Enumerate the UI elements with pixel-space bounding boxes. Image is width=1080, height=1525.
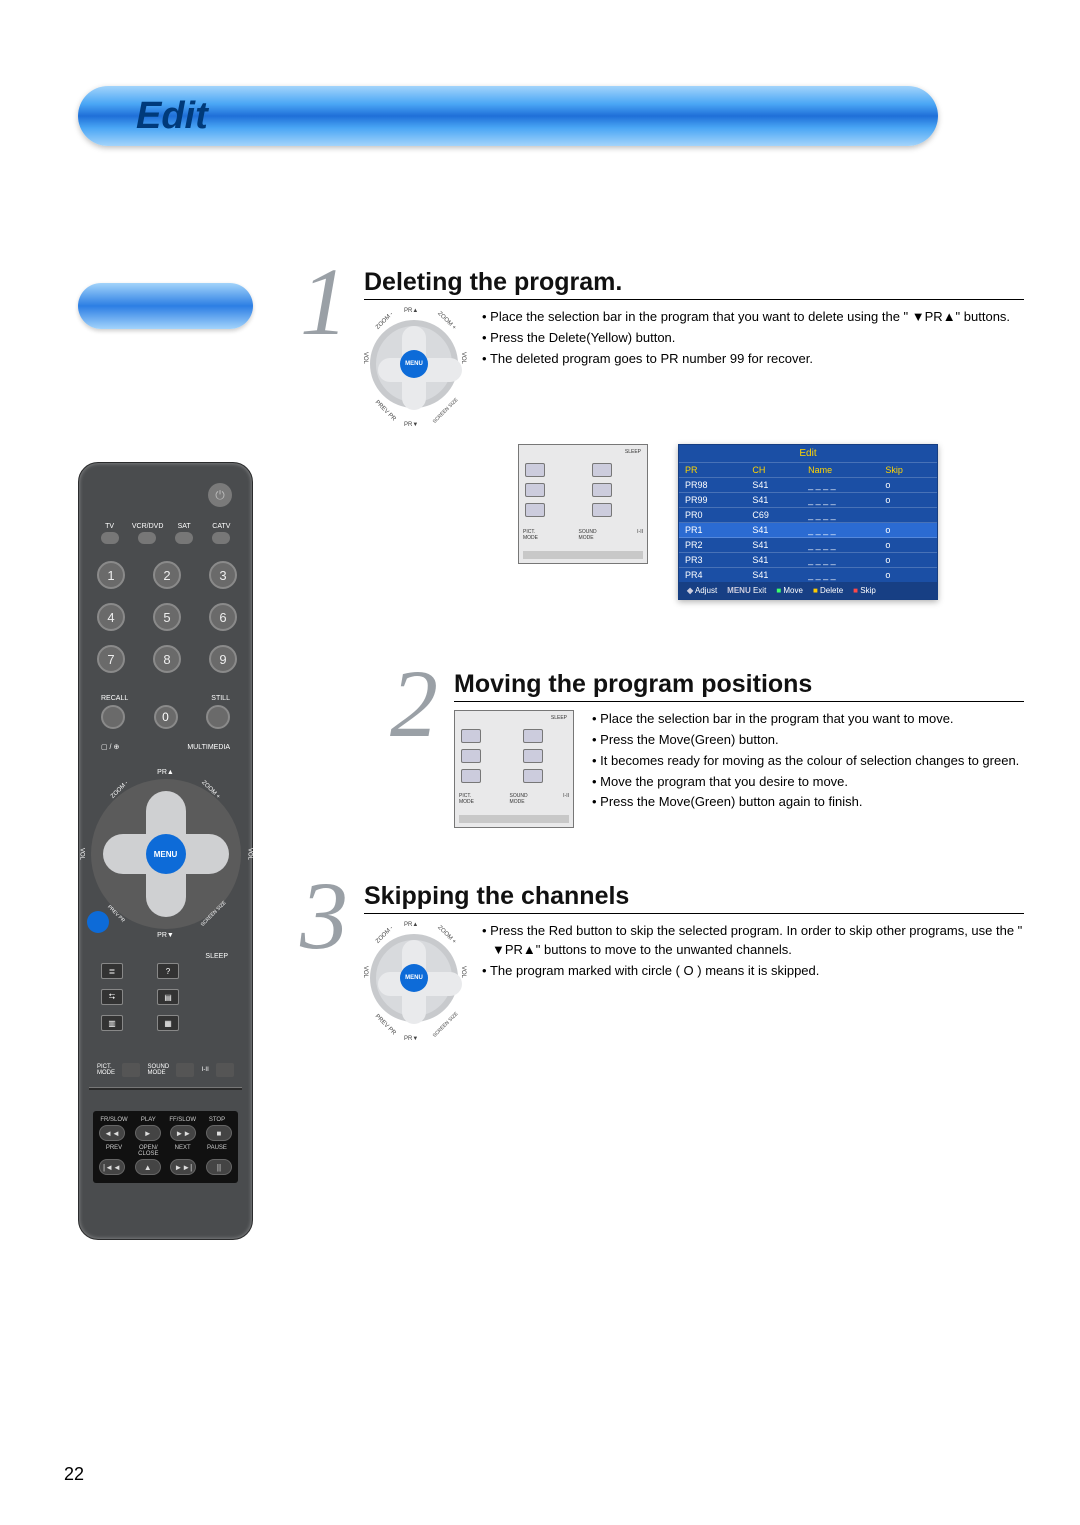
teletext-btn-2[interactable]: ?: [157, 963, 179, 979]
t-l-prev: PREV: [99, 1145, 129, 1157]
stop-button[interactable]: ■: [206, 1125, 232, 1141]
frslow-button[interactable]: ◄◄: [99, 1125, 125, 1141]
num-3[interactable]: 3: [209, 561, 237, 589]
t-l-ffslow: FF/SLOW: [168, 1117, 198, 1123]
number-pad: 1 2 3 4 5 6 7 8 9: [97, 561, 234, 673]
osd-row-selected: PR1S41_ _ _ _o: [679, 523, 937, 538]
recall-label: RECALL: [101, 695, 128, 702]
pict-mode-label: PICT. MODE: [97, 1064, 115, 1076]
osd-row: PR2S41_ _ _ _o: [679, 538, 937, 553]
power-button[interactable]: ⏻: [208, 483, 232, 507]
src-vcrdvd-button[interactable]: [138, 532, 156, 544]
transport-block: FR/SLOW PLAY FF/SLOW STOP ◄◄ ► ►► ■ PREV…: [93, 1111, 238, 1183]
recall-button[interactable]: [101, 705, 125, 729]
step-1: 1 Deleting the program. PR▲ MENU VOL VOL…: [300, 268, 1024, 600]
decorative-pill: [78, 283, 253, 329]
sound-mode-button[interactable]: [176, 1063, 194, 1077]
dpad: MENU PR▲ PR▼ VOL VOL ZOOM - ZOOM + PREV …: [91, 779, 241, 929]
t-l-open: OPEN/ CLOSE: [133, 1145, 163, 1157]
pict-mode-button[interactable]: [122, 1063, 140, 1077]
play-button[interactable]: ►: [135, 1125, 161, 1141]
osd-edit-table: Edit PR CH Name Skip PR98S41_ _ _ _o PR9…: [678, 444, 938, 600]
src-tv: TV: [105, 523, 114, 530]
osd-row: PR3S41_ _ _ _o: [679, 553, 937, 568]
mini-panel-step2: SLEEP PICT. MODE SOUND MODE I-II: [454, 710, 574, 828]
pr-up-label: PR▲: [157, 769, 174, 776]
step-1-title: Deleting the program.: [364, 268, 1024, 300]
mini-dpad-1: PR▲ MENU VOL VOL ZOOM - ZOOM + PREV PR S…: [364, 308, 464, 428]
menu-button[interactable]: MENU: [146, 834, 186, 874]
sound-mode-label: SOUND MODE: [148, 1064, 170, 1076]
osd-title: Edit: [679, 445, 937, 462]
page-title-pill: Edit: [78, 86, 938, 146]
still-label: STILL: [211, 695, 230, 702]
num-6[interactable]: 6: [209, 603, 237, 631]
step-3-bullets: Press the Red button to skip the selecte…: [482, 922, 1024, 983]
multimedia-label: MULTIMEDIA: [187, 744, 230, 751]
step-2-title: Moving the program positions: [454, 670, 1024, 702]
src-tv-button[interactable]: [101, 532, 119, 544]
pause-button[interactable]: ||: [206, 1159, 232, 1175]
ffslow-button[interactable]: ►►: [170, 1125, 196, 1141]
remote-control: ⏻ TV VCR/DVD SAT CATV 1 2 3 4 5 6 7 8 9 …: [78, 462, 253, 1240]
step-1-bullets: Place the selection bar in the program t…: [482, 308, 1024, 428]
osd-row: PR99S41_ _ _ _o: [679, 493, 937, 508]
pr-dn-label: PR▼: [157, 932, 174, 939]
i-ii-label: I-II: [202, 1067, 209, 1073]
src-catv-button[interactable]: [212, 532, 230, 544]
num-2[interactable]: 2: [153, 561, 181, 589]
prev-button[interactable]: |◄◄: [99, 1159, 125, 1175]
num-9[interactable]: 9: [209, 645, 237, 673]
step-1-number: 1: [300, 254, 348, 350]
teletext-btn-3[interactable]: ⮀: [101, 989, 123, 1005]
step-2-number: 2: [390, 656, 438, 752]
num-1[interactable]: 1: [97, 561, 125, 589]
color-buttons: ≣ ? ⮀ ▤ ▥ ▦: [101, 963, 179, 1031]
t-l-frslow: FR/SLOW: [99, 1117, 129, 1123]
page-number: 22: [64, 1464, 84, 1485]
tvav-label: ▢ / ⊕: [101, 743, 119, 751]
step-3: 3 Skipping the channels PR▲ MENU VOL VOL…: [300, 882, 1024, 1042]
t-l-pause: PAUSE: [202, 1145, 232, 1157]
teletext-btn-1[interactable]: ≣: [101, 963, 123, 979]
remote-divider: [89, 1087, 242, 1090]
teletext-btn-5[interactable]: ▥: [101, 1015, 123, 1031]
main-content: 1 Deleting the program. PR▲ MENU VOL VOL…: [300, 268, 1024, 1096]
osd-row: PR0C69_ _ _ _: [679, 508, 937, 523]
step-3-number: 3: [300, 868, 348, 964]
next-button[interactable]: ►►|: [170, 1159, 196, 1175]
t-l-stop: STOP: [202, 1117, 232, 1123]
src-catv: CATV: [212, 523, 230, 530]
mini-panel-step1: SLEEP PICT. MODE SOUND MODE I-II: [518, 444, 648, 564]
src-sat-button[interactable]: [175, 532, 193, 544]
sleep-label: SLEEP: [205, 953, 228, 960]
source-row: TV VCR/DVD SAT CATV: [79, 523, 252, 544]
vol-right-label: VOL: [247, 848, 253, 860]
teletext-btn-4[interactable]: ▤: [157, 989, 179, 1005]
num-8[interactable]: 8: [153, 645, 181, 673]
mute-button[interactable]: [87, 911, 109, 933]
num-4[interactable]: 4: [97, 603, 125, 631]
osd-legend: ◆ Adjust MENU Exit ■ Move ■ Delete ■ Ski…: [679, 582, 937, 599]
src-sat: SAT: [178, 523, 191, 530]
mini-dpad-3: PR▲ MENU VOL VOL ZOOM - ZOOM + PREV PR S…: [364, 922, 464, 1042]
still-button[interactable]: [206, 705, 230, 729]
page-title: Edit: [136, 95, 208, 138]
num-7[interactable]: 7: [97, 645, 125, 673]
osd-row: PR4S41_ _ _ _o: [679, 568, 937, 583]
step-2-bullets: Place the selection bar in the program t…: [592, 710, 1024, 814]
i-ii-button[interactable]: [216, 1063, 234, 1077]
num-5[interactable]: 5: [153, 603, 181, 631]
src-vcrdvd: VCR/DVD: [132, 523, 164, 530]
step-2: 2 Moving the program positions SLEEP PIC…: [390, 670, 1024, 828]
teletext-btn-6[interactable]: ▦: [157, 1015, 179, 1031]
osd-row: PR98S41_ _ _ _o: [679, 478, 937, 493]
t-l-next: NEXT: [168, 1145, 198, 1157]
osd-table: PR CH Name Skip PR98S41_ _ _ _o PR99S41_…: [679, 462, 937, 582]
t-l-play: PLAY: [133, 1117, 163, 1123]
num-0[interactable]: 0: [154, 705, 178, 729]
open-button[interactable]: ▲: [135, 1159, 161, 1175]
vol-left-label: VOL: [79, 848, 85, 860]
step-3-title: Skipping the channels: [364, 882, 1024, 914]
